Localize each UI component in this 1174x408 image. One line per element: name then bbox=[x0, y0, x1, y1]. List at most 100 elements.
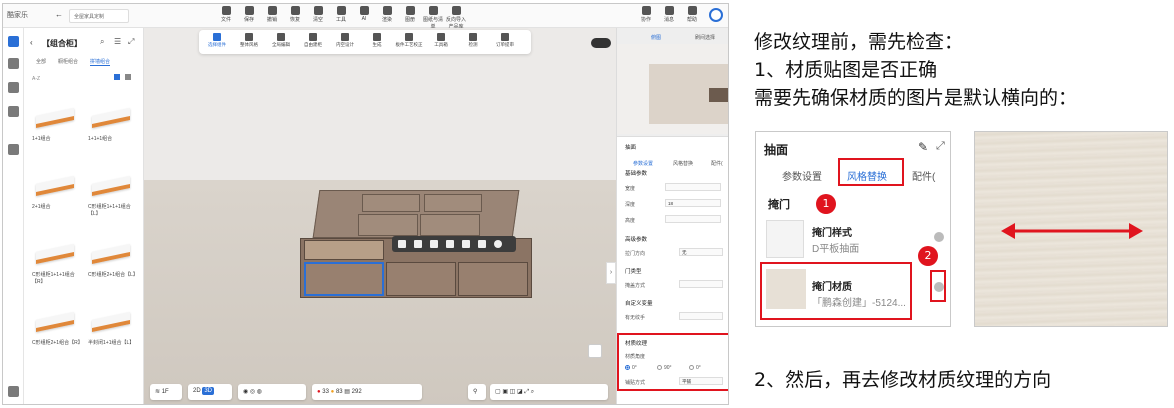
combo-item[interactable]: C形组柜2+1组合【L】 bbox=[88, 240, 138, 279]
combo-item[interactable]: C形组柜2+1组合【R】 bbox=[32, 308, 83, 347]
back-arrow-icon[interactable]: ← bbox=[55, 10, 63, 19]
toolbar-message-button[interactable]: 消息 bbox=[658, 6, 680, 23]
puzzle-icon[interactable] bbox=[8, 144, 19, 155]
top-drawer[interactable] bbox=[358, 214, 418, 236]
toolbar-render-button[interactable]: 渲染 bbox=[376, 6, 398, 23]
tab-accessories[interactable]: 配件( bbox=[711, 160, 723, 167]
measure-icon[interactable]: ⚲ bbox=[468, 384, 486, 400]
combo-item[interactable]: 半封闭1+1组合【L】 bbox=[88, 308, 138, 347]
door-style-value[interactable]: D平板抽面 bbox=[812, 240, 859, 255]
delete-icon[interactable] bbox=[446, 240, 454, 248]
selected-drawer-face[interactable] bbox=[304, 262, 384, 296]
hide-icon[interactable] bbox=[462, 240, 470, 248]
toolbar-tool-button[interactable]: 工具 bbox=[330, 6, 352, 23]
view-tool-2[interactable]: 全局编辑 bbox=[267, 33, 295, 48]
section-door-type[interactable]: 门类型 bbox=[625, 267, 642, 275]
catalog-icon[interactable] bbox=[8, 36, 19, 47]
combo-item[interactable]: 1+1组合 bbox=[32, 104, 82, 143]
user-icon[interactable] bbox=[8, 82, 19, 93]
view-tool-6[interactable]: 板件工艺校正 bbox=[395, 33, 423, 48]
angle-option-90[interactable]: 90° bbox=[657, 365, 672, 371]
lock-icon[interactable] bbox=[478, 240, 486, 248]
grid-view-icon[interactable] bbox=[114, 74, 120, 80]
section-basic[interactable]: 基础参数 bbox=[625, 169, 647, 177]
toolbar-clear-button[interactable]: 清空 bbox=[307, 6, 329, 23]
toolbar-file-button[interactable]: 文件 bbox=[215, 6, 237, 23]
view-controls[interactable]: ▢ ▣ ◫ ◪ ⤢ ⌕ bbox=[490, 384, 608, 400]
angle-option-0[interactable]: 0° bbox=[625, 365, 637, 371]
material-value[interactable]: 「鹏森创建」-5124... bbox=[812, 294, 906, 309]
search-icon[interactable]: ⌕ bbox=[100, 37, 104, 47]
combo-item[interactable]: 2+1组合 bbox=[32, 172, 82, 211]
view-tool-1[interactable]: 整体风格 bbox=[235, 33, 263, 48]
height-input[interactable] bbox=[665, 215, 721, 223]
combo-item[interactable]: 1+1+1组合 bbox=[88, 104, 138, 143]
section-material-texture[interactable]: 材质纹理 bbox=[625, 339, 647, 347]
display-tools[interactable]: ◉ ◎ ◍ bbox=[238, 384, 306, 400]
toolbar-album-button[interactable]: 图册 bbox=[399, 6, 421, 23]
info-icon[interactable] bbox=[934, 232, 944, 242]
crown-icon[interactable] bbox=[8, 58, 19, 69]
toolbar-help-button[interactable]: 帮助 bbox=[681, 6, 703, 23]
toolbar-drawing-button[interactable]: 图纸与清单 bbox=[422, 6, 444, 30]
top-drawer[interactable] bbox=[420, 214, 480, 236]
view-tool-8[interactable]: 检测 bbox=[459, 33, 487, 48]
drawer-face[interactable] bbox=[386, 262, 456, 296]
camera-icon[interactable] bbox=[588, 344, 602, 358]
minimap[interactable] bbox=[617, 44, 728, 134]
tab-params[interactable]: 参数设置 bbox=[782, 168, 822, 183]
check-icon[interactable] bbox=[494, 240, 502, 248]
section-advanced[interactable]: 高级参数 bbox=[625, 235, 647, 243]
toolbar-undo-button[interactable]: 撤销 bbox=[261, 6, 283, 23]
tab-accessories[interactable]: 配件( bbox=[912, 168, 935, 183]
door-style-select[interactable] bbox=[679, 280, 723, 288]
panel-toggle-button[interactable]: › bbox=[606, 262, 616, 284]
top-drawer[interactable] bbox=[424, 194, 482, 212]
tab-style-replace[interactable]: 风格替换 bbox=[673, 160, 693, 167]
toolbar-collab-button[interactable]: 协作 bbox=[635, 6, 657, 23]
door-icon[interactable] bbox=[414, 240, 422, 248]
toolbar-save-button[interactable]: 保存 bbox=[238, 6, 260, 23]
view-tool-9[interactable]: 订单提审 bbox=[491, 33, 519, 48]
keyboard-icon[interactable] bbox=[8, 386, 19, 397]
top-drawer[interactable] bbox=[362, 194, 420, 212]
expand-icon[interactable]: ⤢ bbox=[128, 37, 134, 47]
view-tool-5[interactable]: 生成 bbox=[363, 33, 391, 48]
tile-select[interactable]: 平铺 bbox=[679, 377, 723, 385]
project-name[interactable]: 全屋家具定制 bbox=[69, 9, 129, 23]
tab-params[interactable]: 参数设置 bbox=[633, 160, 653, 167]
3d-viewport[interactable]: 选择组件 整体风格 全局编辑 自由建柜 内空设计 生成 板件工艺校正 工具箱 检测 订单提审 › … bbox=[144, 28, 616, 404]
tab-cabinet-combo[interactable]: 橱柜组合 bbox=[58, 58, 78, 65]
width-input[interactable] bbox=[665, 183, 721, 191]
view-tool-0[interactable]: 选择组件 bbox=[203, 33, 231, 48]
view-3d[interactable]: 3D bbox=[202, 387, 215, 395]
open-drawer[interactable] bbox=[304, 240, 384, 260]
edit-icon[interactable]: ✎ bbox=[918, 140, 928, 154]
view-tool-7[interactable]: 工具箱 bbox=[427, 33, 455, 48]
section-custom-var[interactable]: 自定义变量 bbox=[625, 299, 653, 307]
more-options-button[interactable] bbox=[591, 38, 611, 48]
texture-handle-select[interactable] bbox=[679, 312, 723, 320]
drawer-face[interactable] bbox=[458, 262, 528, 296]
view-2d[interactable]: 2D bbox=[193, 388, 201, 394]
expand-icon[interactable]: ⤢ bbox=[936, 140, 945, 153]
sort-filter[interactable]: A-Z bbox=[32, 76, 40, 82]
collapse-icon[interactable]: ‹ bbox=[30, 38, 33, 47]
avatar[interactable] bbox=[709, 8, 723, 22]
tab-room-select[interactable]: 刷间选择 bbox=[695, 34, 715, 41]
door-style-thumb[interactable] bbox=[766, 220, 804, 258]
split-icon[interactable] bbox=[398, 240, 406, 248]
view-mode-switch[interactable]: 2D 3D bbox=[188, 384, 232, 400]
list-mode-icon[interactable] bbox=[125, 74, 131, 80]
check-results[interactable]: ● 33 ● 83 ▤ 292 bbox=[312, 384, 422, 400]
view-tool-4[interactable]: 内空设计 bbox=[331, 33, 359, 48]
list-view-icon[interactable]: ☰ bbox=[114, 37, 121, 46]
floor-selector[interactable]: ≋ 1F bbox=[150, 384, 182, 400]
tab-top-view[interactable]: 俯图 bbox=[651, 34, 661, 41]
material-thumb[interactable] bbox=[766, 269, 806, 309]
copy-icon[interactable] bbox=[430, 240, 438, 248]
tab-all[interactable]: 全部 bbox=[36, 58, 46, 65]
combo-item[interactable]: C形组柜1+1+1组合【R】 bbox=[32, 240, 82, 286]
material-info-icon[interactable] bbox=[934, 282, 944, 292]
tab-wall-combo[interactable]: 拼墙组合 bbox=[90, 58, 111, 66]
